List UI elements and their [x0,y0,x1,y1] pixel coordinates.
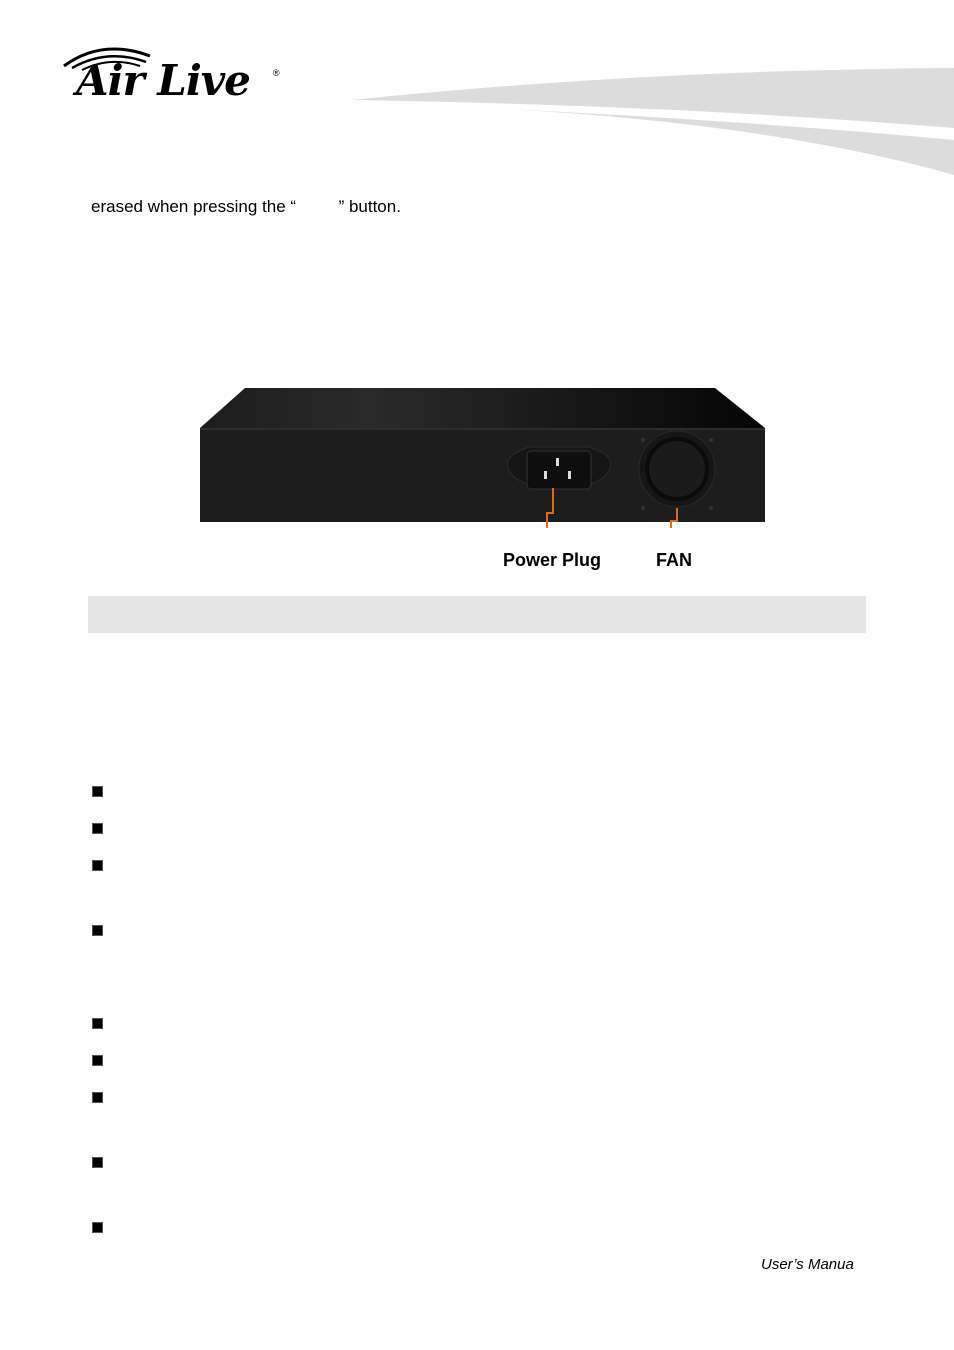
section-header-bar [88,596,866,633]
body-text-line: erased when pressing the “ ” button. [91,197,401,216]
airlive-logo: Air Live ® [62,42,287,108]
logo-text: Air Live [76,56,251,105]
list-bullet [92,1092,103,1103]
power-plug-label: Power Plug [503,550,602,570]
registered-mark: ® [273,68,280,78]
list-bullet [92,1157,103,1168]
footer-text: User’s Manua [761,1256,854,1273]
list-bullet [92,1055,103,1066]
fan-label: FAN [656,550,692,570]
list-bullet [92,1018,103,1029]
device-rear-panel-image [200,388,765,528]
list-bullet [92,786,103,797]
list-bullet [92,823,103,834]
list-bullet [92,1222,103,1233]
list-bullet [92,925,103,936]
power-plug-icon [507,446,611,490]
header-swoosh-decoration [352,68,954,175]
list-bullet [92,860,103,871]
